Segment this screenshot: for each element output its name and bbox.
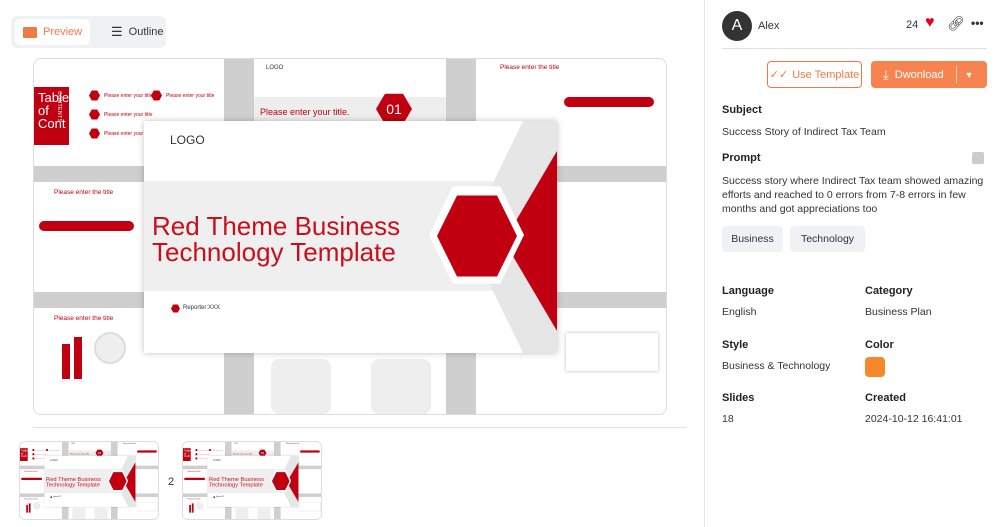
created-value: 2024-10-12 16:41:01 (865, 413, 963, 425)
more-icon[interactable]: ••• (971, 16, 984, 30)
title-slide: LOGO Red Theme Business Technology Templ… (144, 121, 557, 353)
category-value: Business Plan (865, 306, 932, 318)
avatar[interactable]: A (722, 11, 752, 41)
divider (33, 427, 686, 428)
tag-business[interactable]: Business (722, 226, 783, 252)
panel-divider (704, 0, 705, 527)
thumbnail-slide[interactable]: Table of Cont CONTENTS Please enter your… (183, 442, 321, 519)
category-label: Category (865, 285, 913, 297)
contents-label: CONTENTS (24, 449, 27, 457)
contents-label: CONTENTS (56, 91, 62, 123)
copy-icon[interactable] (972, 152, 984, 164)
prompt-label: Prompt (722, 152, 761, 164)
subject-value: Success Story of Indirect Tax Team (722, 126, 886, 138)
link-icon[interactable]: 🔗︎ (947, 15, 965, 32)
download-icon: ⤓ (883, 66, 889, 82)
chevron-down-icon[interactable]: ▼ (965, 70, 974, 80)
presentation-icon (23, 26, 37, 38)
list-icon: ☰ (111, 24, 123, 39)
author-name[interactable]: Alex (758, 20, 779, 32)
language-label: Language (722, 285, 774, 297)
use-template-button[interactable]: ✓✓ Use Template (767, 61, 862, 88)
color-label: Color (865, 339, 894, 351)
tab-preview[interactable]: Preview (15, 19, 91, 45)
contents-label: CONTENTS (187, 449, 190, 457)
slides-value: 18 (722, 413, 734, 425)
style-value: Business & Technology (722, 360, 831, 372)
slides-label: Slides (722, 392, 755, 404)
download-button[interactable]: ⤓ Dwonload ▼ (871, 61, 987, 88)
tag-technology[interactable]: Technology (790, 226, 865, 252)
slide-thumbnail[interactable]: Table of Cont CONTENTS Please enter your… (19, 441, 159, 520)
color-swatch (865, 357, 885, 377)
slide-thumbnail[interactable]: Table of Cont CONTENTS Please enter your… (182, 441, 322, 520)
thumbnail-slide[interactable]: Table of Cont CONTENTS Please enter your… (20, 442, 158, 519)
view-tabs: Preview ☰ Outline (11, 16, 166, 48)
toc-block: Table of Cont (34, 87, 69, 145)
style-label: Style (722, 339, 749, 351)
heart-icon[interactable]: ♥ (925, 14, 935, 32)
title-slide: LOGO Red Theme Business Technology Templ… (207, 455, 299, 507)
language-value: English (722, 306, 757, 318)
created-label: Created (865, 392, 906, 404)
check-icon: ✓✓ (769, 69, 789, 81)
slide-number: 2 (168, 476, 175, 488)
prompt-value: Success story where Indirect Tax team sh… (722, 175, 984, 215)
tab-outline[interactable]: ☰ Outline (103, 19, 172, 45)
title-slide: LOGO Red Theme Business Technology Templ… (44, 455, 136, 507)
subject-label: Subject (722, 104, 762, 116)
like-count: 24 (906, 19, 919, 31)
slide-preview[interactable]: Table of Cont CONTENTS Please enter your… (33, 58, 667, 415)
divider (722, 48, 987, 49)
